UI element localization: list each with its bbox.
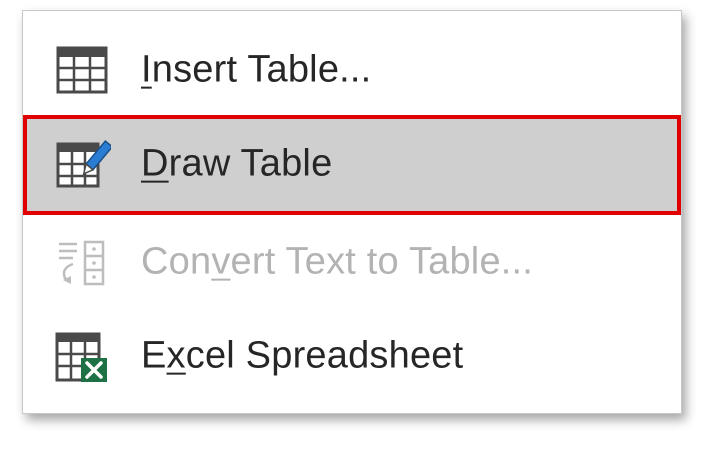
menu-item-label: Insert Table... (141, 48, 372, 91)
draw-table-pencil-icon (53, 136, 114, 194)
table-grid-icon (53, 42, 111, 100)
menu-item-convert-text-to-table[interactable]: Convert Text to Table... (23, 215, 681, 311)
menu-item-label: Convert Text to Table... (141, 240, 534, 283)
excel-spreadsheet-icon (53, 328, 111, 386)
menu-item-draw-table[interactable]: Draw Table (23, 115, 681, 215)
menu-item-excel-spreadsheet[interactable]: Excel Spreadsheet (23, 309, 681, 405)
menu-item-label: Excel Spreadsheet (141, 334, 464, 377)
menu-item-label: Draw Table (141, 142, 333, 185)
table-insert-menu: Insert Table... Draw Table Convert Text … (22, 10, 682, 414)
menu-item-insert-table[interactable]: Insert Table... (23, 23, 681, 119)
convert-text-to-table-icon (53, 234, 111, 292)
screenshot-stage: Insert Table... Draw Table Convert Text … (0, 0, 704, 450)
